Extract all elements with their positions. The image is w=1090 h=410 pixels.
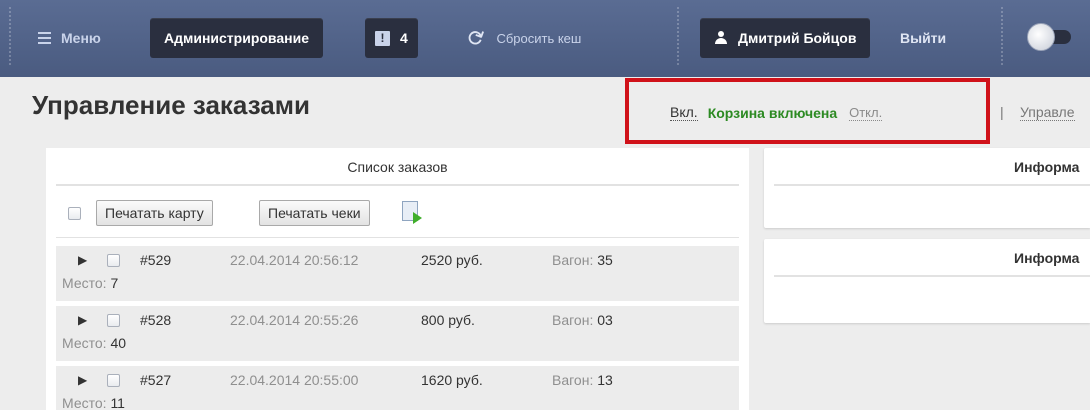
- seat-value: 7: [110, 275, 119, 291]
- order-price: 1620 руб.: [421, 372, 483, 388]
- seat-label: Место:: [62, 275, 107, 291]
- logout-label: Выйти: [900, 30, 947, 46]
- order-number[interactable]: #528: [140, 312, 171, 328]
- order-seat: Место: 40: [62, 335, 126, 351]
- page-title: Управление заказами: [32, 90, 310, 120]
- flag-icon: !: [375, 30, 390, 46]
- orders-panel-title: Список заказов: [56, 148, 739, 186]
- expand-arrow-icon[interactable]: ▶: [78, 373, 87, 387]
- administration-button[interactable]: Администрирование: [150, 18, 323, 58]
- manage-link[interactable]: Управле: [1020, 104, 1075, 121]
- logout-button[interactable]: Выйти: [900, 18, 946, 58]
- info-panel: Информа: [764, 239, 1090, 323]
- order-row[interactable]: ▶ #528 22.04.2014 20:55:26 800 руб. Ваго…: [56, 306, 739, 361]
- print-map-button[interactable]: Печатать карту: [96, 200, 213, 226]
- order-number[interactable]: #527: [140, 372, 171, 388]
- wagon-label: Вагон:: [552, 252, 594, 268]
- info-panel-title: Информа: [774, 239, 1090, 277]
- expand-arrow-icon[interactable]: ▶: [78, 253, 87, 267]
- order-datetime: 22.04.2014 20:55:26: [230, 312, 359, 328]
- wagon-label: Вагон:: [552, 312, 594, 328]
- header-separator: |: [1000, 104, 1004, 120]
- wagon-value: 03: [597, 312, 613, 328]
- order-wagon: Вагон: 03: [552, 312, 613, 328]
- toggle-knob: [1027, 23, 1055, 51]
- seat-label: Место:: [62, 335, 107, 351]
- divider-grip-right: [1000, 6, 1004, 66]
- order-wagon: Вагон: 13: [552, 372, 613, 388]
- reset-cache-label: Сбросить кеш: [496, 30, 582, 46]
- select-all-checkbox[interactable]: [68, 207, 81, 220]
- excel-export-icon[interactable]: [402, 201, 422, 224]
- user-icon: [714, 31, 728, 45]
- order-datetime: 22.04.2014 20:55:00: [230, 372, 359, 388]
- order-seat: Место: 7: [62, 275, 118, 291]
- menu-label: Меню: [61, 30, 101, 46]
- wagon-value: 35: [597, 252, 613, 268]
- orders-panel: Список заказов Печатать карту Печатать ч…: [46, 148, 749, 410]
- seat-value: 11: [110, 395, 125, 410]
- divider-grip: [676, 6, 680, 66]
- cart-disable-link[interactable]: Откл.: [849, 105, 883, 121]
- order-checkbox[interactable]: [107, 314, 120, 327]
- seat-label: Место:: [62, 395, 107, 410]
- hamburger-icon: [38, 29, 51, 47]
- info-panel-title-text: Информа: [1014, 250, 1080, 266]
- edit-mode-toggle[interactable]: [1025, 23, 1071, 51]
- admin-topbar: Меню Администрирование ! 4 ⟳ Сбросить ке…: [0, 0, 1090, 77]
- order-row[interactable]: ▶ #527 22.04.2014 20:55:00 1620 руб. Ваг…: [56, 366, 739, 410]
- cart-status-bar: Вкл. Корзина включена Откл.: [670, 104, 883, 121]
- order-price: 800 руб.: [421, 312, 475, 328]
- info-panel-title-text: Информа: [1014, 159, 1080, 175]
- info-panel-title: Информа: [774, 148, 1090, 186]
- order-price: 2520 руб.: [421, 252, 483, 268]
- user-profile-button[interactable]: Дмитрий Бойцов: [700, 18, 871, 58]
- order-row[interactable]: ▶ #529 22.04.2014 20:56:12 2520 руб. Ваг…: [56, 246, 739, 301]
- print-checks-button[interactable]: Печатать чеки: [259, 200, 370, 226]
- orders-toolbar: Печатать карту Печатать чеки: [56, 188, 739, 238]
- info-panel: Информа: [764, 148, 1090, 228]
- user-name: Дмитрий Бойцов: [738, 30, 857, 46]
- wagon-label: Вагон:: [552, 372, 594, 388]
- order-checkbox[interactable]: [107, 374, 120, 387]
- drag-handle-left[interactable]: [8, 6, 12, 66]
- expand-arrow-icon[interactable]: ▶: [78, 313, 87, 327]
- cart-status-text: Корзина включена: [707, 104, 838, 121]
- seat-value: 40: [110, 335, 127, 351]
- order-checkbox[interactable]: [107, 254, 120, 267]
- order-datetime: 22.04.2014 20:56:12: [230, 252, 359, 268]
- reset-cache-button[interactable]: ⟳ Сбросить кеш: [463, 18, 582, 58]
- menu-button[interactable]: Меню: [38, 18, 101, 58]
- notifications-count: 4: [400, 30, 408, 46]
- administration-label: Администрирование: [164, 30, 309, 46]
- refresh-icon: ⟳: [463, 22, 491, 53]
- order-wagon: Вагон: 35: [552, 252, 613, 268]
- order-seat: Место: 11: [62, 395, 125, 410]
- cart-enable-link[interactable]: Вкл.: [670, 104, 698, 121]
- wagon-value: 13: [597, 372, 613, 388]
- notifications-button[interactable]: ! 4: [365, 18, 418, 58]
- order-number[interactable]: #529: [140, 252, 171, 268]
